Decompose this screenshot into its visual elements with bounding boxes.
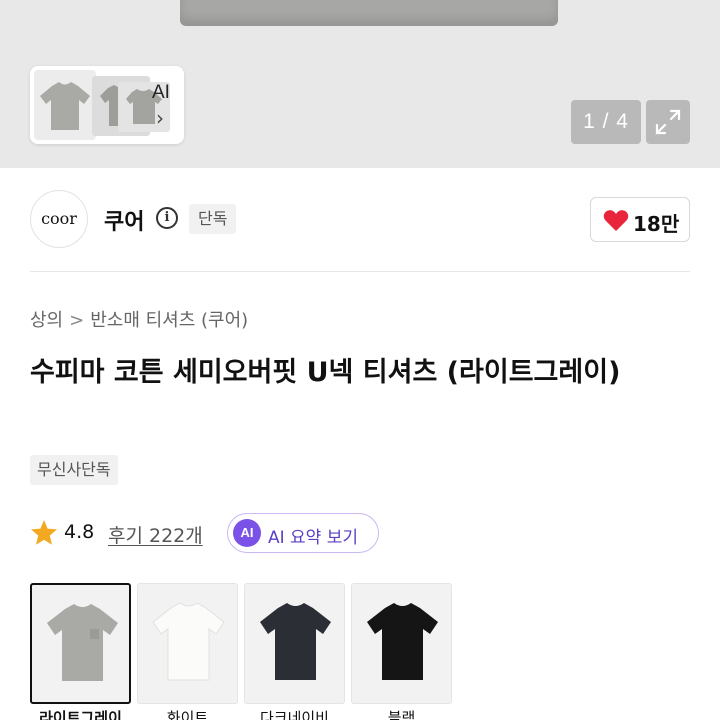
chevron-right-icon[interactable]: ›: [156, 106, 164, 130]
exclusive-badge: 단독: [189, 204, 237, 234]
star-icon: [31, 520, 57, 545]
color-option-black[interactable]: [351, 583, 452, 704]
like-count: 18만: [633, 212, 680, 236]
rating-value: 4.8: [64, 521, 95, 543]
product-image-gallery[interactable]: AI › 1 / 4: [0, 0, 720, 168]
breadcrumb: 상의 > 반소매 티셔츠 (쿠어): [30, 306, 248, 332]
breadcrumb-category[interactable]: 상의: [30, 310, 63, 331]
breadcrumb-separator: >: [69, 310, 85, 331]
ai-summary-label: AI 요약 보기: [268, 528, 359, 548]
like-button[interactable]: 18만: [590, 197, 690, 242]
tshirt-image: [260, 603, 331, 680]
brand-logo[interactable]: coor: [30, 190, 88, 248]
store-exclusive-badge: 무신사단독: [30, 455, 118, 485]
color-option-dark-navy[interactable]: [244, 583, 345, 704]
review-count-link[interactable]: 후기 222개: [108, 521, 203, 548]
ai-summary-button[interactable]: AI AI 요약 보기: [227, 513, 379, 553]
info-icon[interactable]: i: [156, 207, 178, 229]
color-label: 다크네이비: [259, 709, 329, 720]
color-option-white[interactable]: [137, 583, 238, 704]
expand-icon: [655, 109, 681, 135]
breadcrumb-subcategory[interactable]: 반소매 티셔츠 (쿠어): [90, 310, 248, 331]
divider: [30, 271, 690, 272]
ai-thumbnail-label[interactable]: AI: [152, 82, 170, 104]
brand-name[interactable]: 쿠어: [104, 204, 144, 236]
product-main-image: [180, 0, 558, 26]
tshirt-image: [47, 604, 118, 681]
thumbnail-image[interactable]: [34, 70, 96, 140]
tshirt-image: [367, 603, 438, 680]
ai-badge-icon: AI: [233, 519, 261, 547]
thumbnail-strip[interactable]: AI ›: [30, 66, 184, 144]
heart-icon: [603, 210, 629, 231]
color-label: 라이트그레이: [39, 709, 122, 720]
color-label: 블랙: [387, 709, 416, 720]
product-title: 수피마 코튼 세미오버핏 U넥 티셔츠 (라이트그레이): [30, 357, 621, 388]
tshirt-image: [152, 602, 225, 681]
expand-button[interactable]: [646, 100, 690, 144]
color-option-light-gray[interactable]: [30, 583, 131, 704]
color-label: 화이트: [166, 709, 209, 720]
image-counter: 1 / 4: [571, 100, 641, 144]
